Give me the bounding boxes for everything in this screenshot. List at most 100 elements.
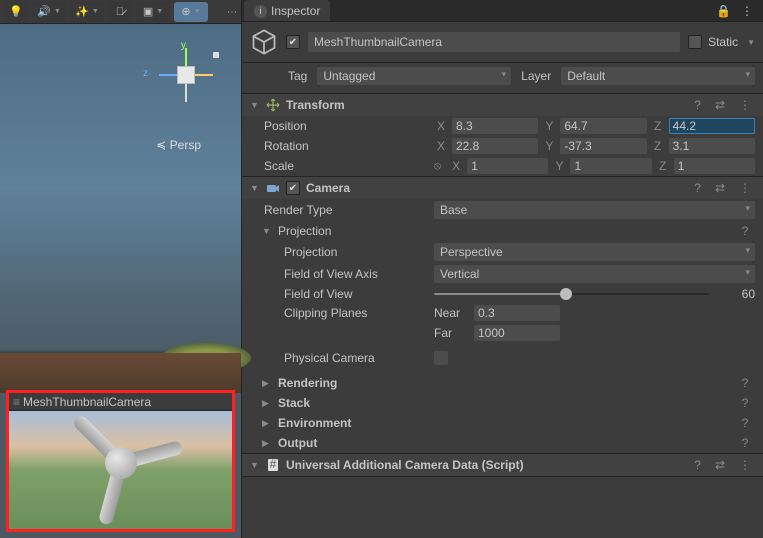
visibility-toggle[interactable]: 👁̷ — [108, 2, 132, 22]
script-icon: # — [266, 458, 280, 472]
projection-label[interactable]: Persp — [156, 138, 201, 152]
clipping-far-row: Far 1000 — [242, 323, 763, 343]
camera-header[interactable]: ▼ Camera ? ⇄ ⋮ — [242, 177, 763, 199]
scene-view[interactable]: 💡 🔊▼ ✨▼ 👁̷ ▣▼ ⊕▼ ⋮ yz Persp ≡ MeshThumbn… — [0, 0, 242, 538]
tab-inspector[interactable]: i Inspector — [244, 0, 330, 21]
camera-icon — [266, 181, 280, 195]
help-icon[interactable]: ? — [735, 396, 755, 410]
gizmo-toggle[interactable]: ⊕▼ — [174, 2, 208, 22]
fold-icon: ▼ — [250, 100, 260, 110]
preset-icon[interactable]: ⇄ — [711, 458, 729, 472]
fov-value[interactable]: 60 — [717, 287, 755, 301]
help-icon[interactable]: ? — [735, 224, 755, 238]
position-z[interactable]: 44.2 — [669, 118, 755, 134]
projection-dropdown[interactable]: Perspective — [434, 243, 755, 261]
render-type-dropdown[interactable]: Base — [434, 201, 755, 219]
help-icon[interactable]: ? — [690, 181, 705, 195]
output-section[interactable]: ▶ Output ? — [242, 433, 763, 453]
environment-label: Environment — [278, 416, 729, 430]
fx-toggle[interactable]: ✨▼ — [70, 2, 104, 22]
menu-icon[interactable]: ⋮ — [735, 181, 755, 195]
scene-ground — [0, 353, 241, 393]
rotation-label: Rotation — [264, 139, 430, 153]
menu-icon[interactable]: ⋮ — [735, 458, 755, 472]
tag-label: Tag — [288, 69, 307, 83]
far-label: Far — [434, 326, 470, 340]
transform-title: Transform — [286, 98, 684, 112]
stack-section[interactable]: ▶ Stack ? — [242, 393, 763, 413]
render-type-row: Render Type Base — [242, 199, 763, 221]
projection-section-label: Projection — [278, 224, 729, 238]
position-y[interactable]: 64.7 — [560, 118, 646, 134]
help-icon[interactable]: ? — [690, 98, 705, 112]
fold-icon: ▶ — [262, 418, 272, 429]
clipping-label: Clipping Planes — [284, 306, 430, 320]
rotation-y[interactable]: -37.3 — [560, 138, 646, 154]
physical-camera-checkbox[interactable] — [434, 351, 448, 365]
rotation-z[interactable]: 3.1 — [669, 138, 755, 154]
lock-icon[interactable]: 🔒 — [716, 4, 731, 18]
help-icon[interactable]: ? — [690, 458, 705, 472]
urp-header[interactable]: ▼ # Universal Additional Camera Data (Sc… — [242, 454, 763, 476]
static-toggle[interactable]: Static ▼ — [688, 35, 755, 49]
scale-z[interactable]: 1 — [674, 158, 755, 174]
light-toggle[interactable]: 💡 — [4, 2, 28, 22]
audio-toggle[interactable]: 🔊▼ — [32, 2, 66, 22]
camera-preview-panel[interactable]: ≡ MeshThumbnailCamera — [6, 390, 235, 532]
static-checkbox[interactable] — [688, 35, 702, 49]
scale-row: Scale ⦸ X1 Y1 Z1 — [242, 156, 763, 176]
gameobject-icon[interactable] — [250, 28, 278, 56]
physical-camera-label: Physical Camera — [284, 351, 430, 365]
position-label: Position — [264, 119, 430, 133]
fov-label: Field of View — [284, 287, 430, 301]
clipping-row: Clipping Planes Near 0.3 — [242, 303, 763, 323]
camera-component: ▼ Camera ? ⇄ ⋮ Render Type Base ▼ Projec… — [242, 177, 763, 454]
scale-x[interactable]: 1 — [467, 158, 548, 174]
active-checkbox[interactable] — [286, 35, 300, 49]
tag-dropdown[interactable]: Untagged — [317, 67, 511, 85]
scene-menu-icon[interactable]: ⋮ — [226, 7, 237, 17]
rotation-x[interactable]: 22.8 — [452, 138, 538, 154]
fov-slider[interactable]: 60 — [434, 287, 755, 301]
position-x[interactable]: 8.3 — [452, 118, 538, 134]
menu-icon[interactable]: ⋮ — [735, 98, 755, 112]
fold-icon: ▼ — [250, 460, 260, 470]
move-icon — [266, 98, 280, 112]
help-icon[interactable]: ? — [735, 436, 755, 450]
fold-icon: ▶ — [262, 378, 272, 389]
projection-section[interactable]: ▼ Projection ? — [242, 221, 763, 241]
preset-icon[interactable]: ⇄ — [711, 98, 729, 112]
near-field[interactable]: 0.3 — [474, 305, 560, 321]
fov-axis-dropdown[interactable]: Vertical — [434, 265, 755, 283]
transform-header[interactable]: ▼ Transform ? ⇄ ⋮ — [242, 94, 763, 116]
preset-icon[interactable]: ⇄ — [711, 181, 729, 195]
scale-label: Scale — [264, 159, 430, 173]
fov-axis-label: Field of View Axis — [284, 267, 430, 281]
camera-preview-titlebar[interactable]: ≡ MeshThumbnailCamera — [9, 393, 232, 411]
camera-enabled-checkbox[interactable] — [286, 181, 300, 195]
rendering-section[interactable]: ▶ Rendering ? — [242, 373, 763, 393]
tab-label: Inspector — [271, 4, 320, 18]
layer-label: Layer — [521, 69, 551, 83]
transform-component: ▼ Transform ? ⇄ ⋮ Position X8.3 Y64.7 Z4… — [242, 94, 763, 177]
camera-toggle[interactable]: ▣▼ — [136, 2, 170, 22]
far-field[interactable]: 1000 — [474, 325, 560, 341]
scale-y[interactable]: 1 — [570, 158, 651, 174]
tab-menu-icon[interactable]: ⋮ — [741, 4, 753, 18]
link-icon[interactable]: ⦸ — [434, 160, 441, 173]
grip-icon: ≡ — [13, 395, 18, 409]
rendering-label: Rendering — [278, 376, 729, 390]
fov-row: Field of View 60 — [242, 285, 763, 303]
projection-row: Projection Perspective — [242, 241, 763, 263]
help-icon[interactable]: ? — [735, 416, 755, 430]
layer-dropdown[interactable]: Default — [561, 67, 755, 85]
svg-text:#: # — [270, 458, 277, 471]
static-label: Static — [708, 35, 738, 49]
help-icon[interactable]: ? — [735, 376, 755, 390]
chevron-down-icon[interactable]: ▼ — [747, 38, 755, 47]
fold-icon: ▼ — [262, 226, 272, 236]
orientation-gizmo[interactable]: yz — [151, 40, 221, 110]
info-icon: i — [254, 5, 267, 18]
object-name-field[interactable]: MeshThumbnailCamera — [308, 32, 680, 52]
environment-section[interactable]: ▶ Environment ? — [242, 413, 763, 433]
